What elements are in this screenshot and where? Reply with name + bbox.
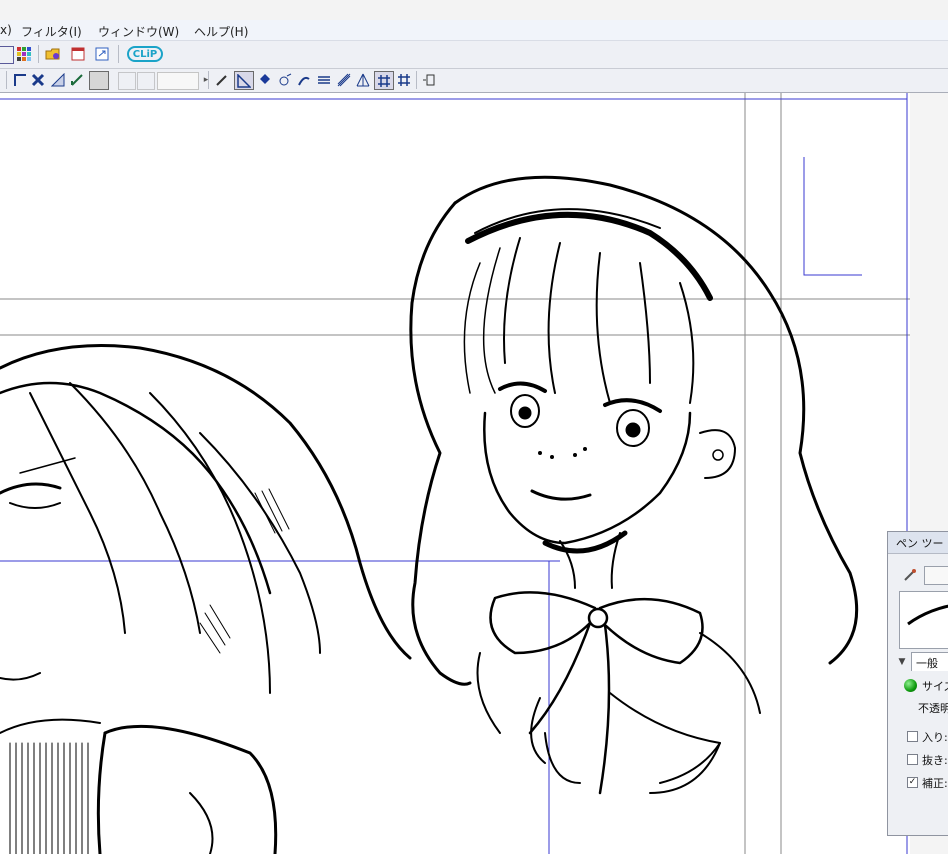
drawing-canvas[interactable]	[0, 93, 948, 856]
clip-studio-icon[interactable]: CLiP	[127, 46, 163, 62]
grid-icon[interactable]	[374, 71, 394, 90]
export-icon[interactable]	[94, 46, 110, 62]
folder-icon[interactable]	[45, 46, 61, 62]
chevron-right-icon[interactable]: ▸	[198, 72, 214, 88]
pen-icon[interactable]	[902, 567, 918, 583]
tool-toolbar: ▸	[0, 69, 948, 93]
panel-title: ペン ツー	[896, 537, 944, 550]
eraser-icon[interactable]	[256, 72, 272, 88]
menu-item-window[interactable]: ウィンドウ(W)	[98, 23, 179, 40]
main-toolbar: CLiP	[0, 41, 948, 69]
start-checkbox[interactable]	[907, 731, 918, 742]
panel-title-bar[interactable]: ペン ツー	[888, 532, 948, 554]
tab-general[interactable]: 一般	[911, 652, 948, 671]
panel-toggle-icon[interactable]	[421, 72, 437, 88]
grid-alt-icon[interactable]	[396, 72, 412, 88]
gradient-icon[interactable]	[296, 72, 312, 88]
triangle-ruler-icon[interactable]	[234, 71, 254, 90]
disabled-tool-icon	[118, 72, 136, 90]
chevron-down-icon[interactable]: ▼	[894, 654, 910, 670]
perspective-icon[interactable]	[50, 72, 66, 88]
opacity-label: 不透明	[918, 702, 948, 715]
correction-checkbox[interactable]: ✓	[907, 777, 918, 788]
artwork	[0, 93, 948, 856]
menu-item-filter[interactable]: フィルタ(I)	[21, 23, 82, 40]
start-label: 入り:	[922, 731, 948, 744]
title-bar	[0, 0, 948, 20]
pen-tool-panel: ペン ツー ▼ 一般 サイズ 不透明 入り: 抜き: ✓ 補正:	[887, 531, 948, 836]
menu-item-help[interactable]: ヘルプ(H)	[194, 23, 248, 40]
tool-name-field[interactable]	[924, 566, 948, 585]
tab-row: ▼ 一般	[894, 652, 948, 671]
layer-icon[interactable]	[0, 46, 14, 64]
menu-bar: x) フィルタ(I) ウィンドウ(W) ヘルプ(H)	[0, 20, 948, 41]
status-dot-icon[interactable]	[904, 679, 917, 692]
end-checkbox[interactable]	[907, 754, 918, 765]
value-field[interactable]	[157, 72, 199, 90]
window-icon[interactable]	[70, 46, 86, 62]
pencil-icon[interactable]	[214, 72, 230, 88]
pen-icon[interactable]	[69, 72, 85, 88]
fill-icon[interactable]	[277, 72, 293, 88]
size-label: サイズ	[922, 680, 948, 693]
brush-preview	[899, 591, 948, 649]
disabled-tool-icon	[137, 72, 155, 90]
palette-icon[interactable]	[16, 46, 32, 62]
correction-label: 補正:	[922, 777, 948, 790]
ruler-icon[interactable]	[12, 72, 28, 88]
lines-icon[interactable]	[316, 72, 332, 88]
frame-icon[interactable]	[89, 71, 109, 90]
speed-lines-icon[interactable]	[336, 72, 352, 88]
perspective-grid-icon[interactable]	[355, 72, 371, 88]
end-label: 抜き:	[922, 754, 948, 767]
menu-item-edit[interactable]: x)	[0, 23, 12, 37]
transform-icon[interactable]	[30, 72, 46, 88]
